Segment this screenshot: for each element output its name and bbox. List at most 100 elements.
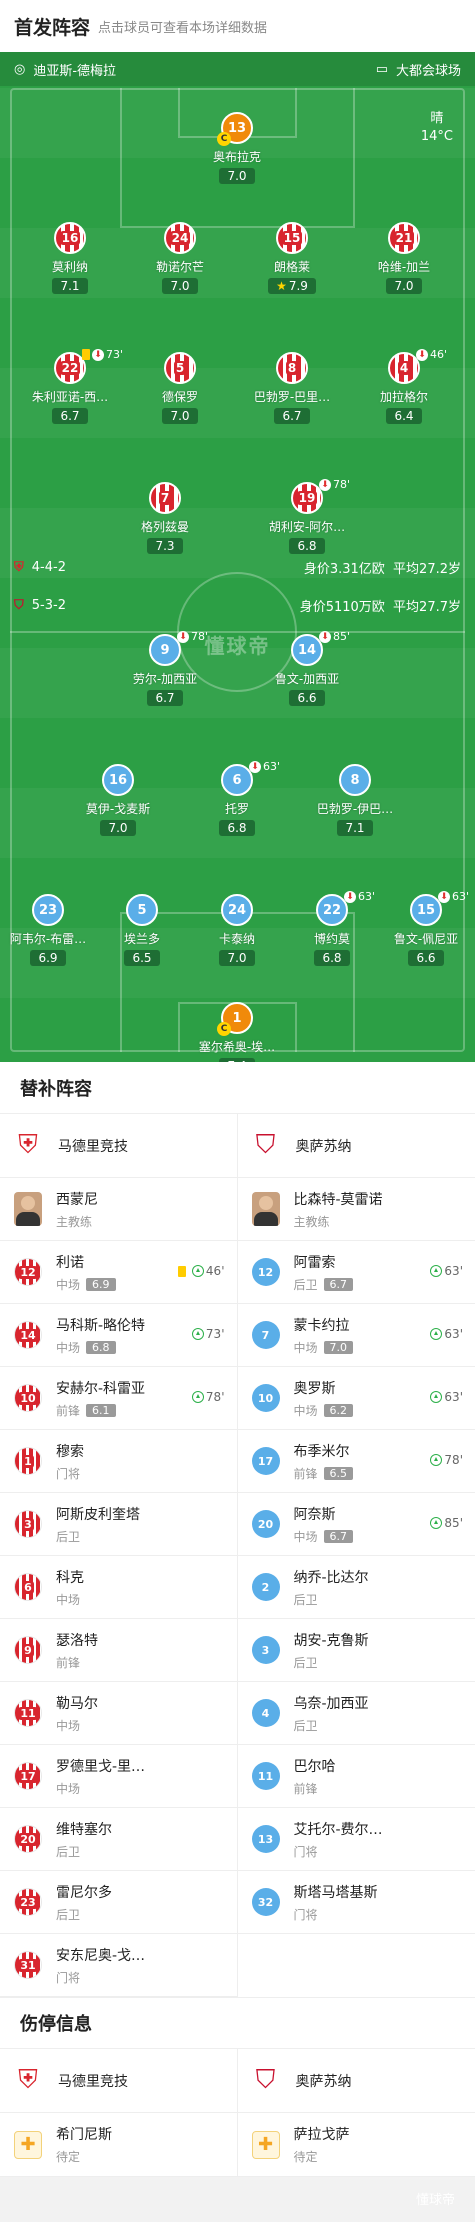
weather-text: 晴 (430, 111, 444, 126)
sub-player-row[interactable]: 20 维特塞尔 后卫 (0, 1808, 237, 1871)
player-number: 6 (22, 1580, 34, 1594)
home-age: 平均27.2岁 (393, 562, 461, 577)
player-number: 6 (232, 772, 242, 788)
sub-player-row[interactable]: 3 阿斯皮利奎塔 后卫 (0, 1493, 237, 1556)
away-injury-team[interactable]: ⛉ 奥萨苏纳 (237, 2049, 475, 2113)
sub-event: 63' (430, 1390, 463, 1404)
player-number: 31 (18, 1958, 38, 1972)
sub-in-icon (430, 1454, 443, 1466)
pitch-player[interactable]: 5 埃兰多 6.5 (92, 894, 192, 966)
rating-value: 7.3 (155, 539, 175, 553)
pitch-player[interactable]: 4 ⬇ 46' 加拉格尔 6.4 (354, 348, 454, 424)
home-team-header[interactable]: ⛨ 马德里竞技 (0, 1114, 237, 1178)
player-jersey: 7 (149, 482, 181, 514)
pitch-player[interactable]: 19 ⬇ 78' 胡利安-阿尔… 6.8 (257, 478, 357, 554)
player-position: 中场 (56, 1718, 81, 1733)
sub-player-row[interactable]: 12 阿雷索 后卫 6.7 63' (237, 1241, 475, 1304)
player-number: 22 (322, 902, 342, 918)
sub-player-row[interactable]: 12 利诺 中场 6.9 46' (0, 1241, 237, 1304)
captain-badge: C (217, 132, 231, 146)
pitch-player[interactable]: 8 巴勃罗-伊巴… 7.1 (305, 764, 405, 836)
player-number: 11 (18, 1706, 38, 1720)
rating-value: 6.7 (155, 691, 175, 705)
player-jersey: 11 (251, 1762, 280, 1790)
pitch-player[interactable]: 15 ⬇ 63' 鲁文-佩尼亚 6.6 (376, 890, 475, 966)
away-team-header[interactable]: ⛉ 奥萨苏纳 (237, 1114, 475, 1178)
pitch-player[interactable]: 21 哈维-加兰 7.0 (354, 222, 454, 294)
sub-player-row[interactable]: 9 瑟洛特 前锋 (0, 1619, 237, 1682)
sub-player-row[interactable]: 14 马科斯-略伦特 中场 6.8 73' (0, 1304, 237, 1367)
atletico-crest-icon: ⛨ (14, 560, 24, 575)
sub-player-row[interactable]: 7 蒙卡约拉 中场 7.0 63' (237, 1304, 475, 1367)
away-coach-row[interactable]: 比森特-莫雷诺 主教练 (237, 1178, 475, 1241)
pitch-player[interactable]: 24 勒诺尔芒 7.0 (130, 222, 230, 294)
sub-minute: 78' (205, 1390, 225, 1404)
pitch-player[interactable]: 22 ⬇ 73' 朱利亚诺-西… 6.7 (20, 348, 123, 424)
sub-player-row[interactable]: 11 巴尔哈 前锋 (237, 1745, 475, 1808)
sub-player-row[interactable]: 1 穆索 门将 (0, 1430, 237, 1493)
sub-player-row[interactable]: 17 罗德里戈-里… 中场 (0, 1745, 237, 1808)
sub-player-row[interactable]: 4 乌奈-加西亚 后卫 (237, 1682, 475, 1745)
injuries-grid: ⛨ 马德里竞技 ✚ 希门尼斯 待定 ⛉ 奥萨苏纳 ✚ 萨拉戈萨 待定 (0, 2049, 475, 2177)
pitch-player[interactable]: 16 莫伊-戈麦斯 7.0 (68, 764, 168, 836)
rating-value: 7.1 (60, 279, 80, 293)
away-age: 平均27.7岁 (393, 600, 461, 615)
pitch-player[interactable]: 15 朗格莱 ★ 7.9 (242, 222, 342, 294)
rating-value: 6.4 (394, 409, 414, 423)
player-position: 中场 (293, 1340, 318, 1355)
pitch-player[interactable]: 1C 塞尔希奥-埃… 7.4 (187, 1002, 287, 1062)
sub-minute: 73' (106, 348, 124, 361)
pitch-player[interactable]: 24 卡泰纳 7.0 (187, 894, 287, 966)
pitch-player[interactable]: 6 ⬇ 63' 托罗 6.8 (187, 760, 287, 836)
sub-player-row[interactable]: 20 阿奈斯 中场 6.7 85' (237, 1493, 475, 1556)
sub-player-row[interactable]: 11 勒马尔中场 (0, 1682, 237, 1745)
sub-player-row[interactable]: 6 科克 中场 (0, 1556, 237, 1619)
home-coach-row[interactable]: 西蒙尼 主教练 (0, 1178, 237, 1241)
pitch-player[interactable]: 13 C 奥布拉克 7.0 (187, 112, 287, 184)
pitch-player[interactable]: 14 ⬇ 85' 鲁文-加西亚 6.6 (257, 630, 357, 706)
rating-value: 6.5 (132, 951, 152, 965)
sub-minute: 46' (430, 348, 448, 361)
pitch-player[interactable]: 16 莫利纳 7.1 (20, 222, 120, 294)
sub-player-row[interactable]: 31 安东尼奥-戈… 门将 (0, 1934, 237, 1997)
pitch-player[interactable]: 22 ⬇ 63' 博约莫 6.8 (282, 890, 382, 966)
sub-player-row[interactable]: 23 雷尼尔多 后卫 (0, 1871, 237, 1934)
sub-out-icon: ⬇ (344, 890, 356, 903)
sub-event: 78' (191, 1390, 225, 1404)
player-name: 瑟洛特 (56, 1632, 98, 1649)
sub-player-row[interactable]: 3 胡安-克鲁斯 后卫 (237, 1619, 475, 1682)
pitch-player[interactable]: 7 格列兹曼 7.3 (115, 482, 215, 554)
pitch-player[interactable]: 5 德保罗 7.0 (130, 352, 230, 424)
injury-row[interactable]: ✚ 希门尼斯 待定 (0, 2113, 237, 2177)
rating-value: 6.6 (416, 951, 436, 965)
player-name: 艾托尔-费尔… (293, 1821, 383, 1838)
player-rating: 6.1 (86, 1403, 116, 1417)
player-number: 4 (397, 361, 411, 375)
sub-player-row[interactable]: 10 奥罗斯 中场 6.2 63' (237, 1367, 475, 1430)
player-jersey: 10 (14, 1384, 42, 1412)
sub-minute: 63' (358, 890, 376, 903)
sub-player-row[interactable]: 32 斯塔马塔基斯 门将 (237, 1871, 475, 1934)
player-rating: 7.0 (386, 278, 422, 294)
player-number: 23 (18, 1895, 38, 1909)
player-name: 布季米尔 (293, 1443, 350, 1460)
sub-player-row[interactable]: 17 布季米尔 前锋 6.5 78' (237, 1430, 475, 1493)
sub-player-row[interactable]: 2 纳乔-比达尔 后卫 (237, 1556, 475, 1619)
player-position: 门将 (293, 1907, 318, 1922)
player-number: 4 (261, 1706, 270, 1720)
pitch-player[interactable]: 9 ⬇ 78' 劳尔-加西亚 6.7 (115, 630, 215, 706)
pitch-player[interactable]: 23 阿韦尔-布雷… 6.9 (0, 894, 98, 966)
player-rating: 6.8 (314, 950, 350, 966)
sub-minute: 63' (444, 1264, 463, 1278)
pitch-player[interactable]: 8 巴勃罗-巴里… 6.7 (242, 352, 342, 424)
home-injury-team[interactable]: ⛨ 马德里竞技 (0, 2049, 237, 2113)
sub-player-row[interactable]: 13 艾托尔-费尔… 门将 (237, 1808, 475, 1871)
player-name: 卡泰纳 (218, 932, 255, 946)
sub-player-row[interactable]: 10 安赫尔-科雷亚 前锋 6.1 78' (0, 1367, 237, 1430)
injury-row[interactable]: ✚ 萨拉戈萨 待定 (237, 2113, 475, 2177)
substitution-event: ⬇ 46' (416, 348, 447, 361)
player-name: 勒马尔 (56, 1695, 98, 1712)
player-rating: 6.8 (86, 1340, 116, 1354)
home-formation-row: ⛨ 4-4-2 身价3.31亿欧 平均27.2岁 (0, 558, 475, 577)
player-jersey: 15 (276, 222, 308, 254)
